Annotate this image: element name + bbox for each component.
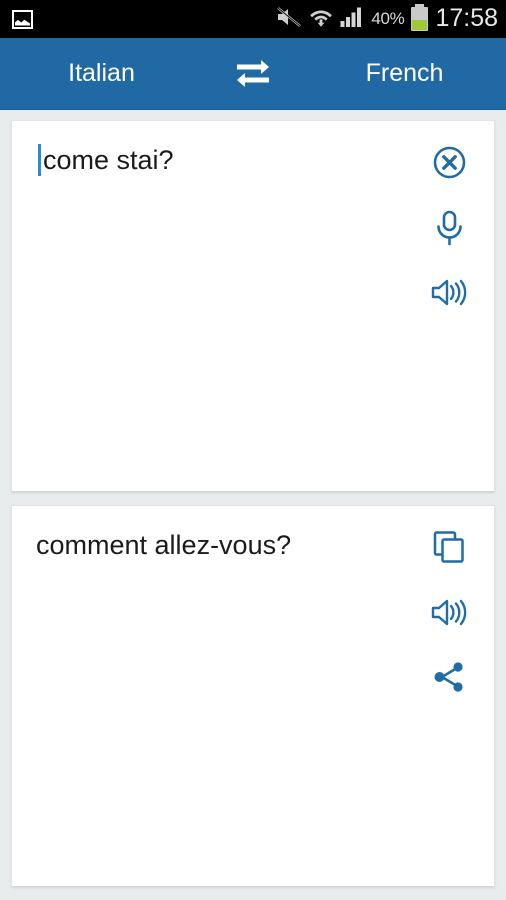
- speaker-volume-icon: [431, 277, 468, 308]
- swap-languages-button[interactable]: [203, 55, 303, 92]
- share-button[interactable]: [426, 654, 472, 700]
- clear-button[interactable]: [426, 139, 472, 185]
- status-bar: 40% 17:58: [0, 0, 506, 38]
- source-action-column: [424, 139, 474, 315]
- battery-percent-label: 40%: [371, 9, 405, 28]
- language-selector-bar: Italian French: [0, 38, 506, 110]
- status-bar-clock: 17:58: [435, 3, 498, 32]
- gallery-image-icon: [12, 9, 33, 29]
- source-text-input[interactable]: come stai?: [38, 144, 408, 177]
- source-text-card[interactable]: come stai?: [11, 120, 495, 492]
- clear-circle-x-icon: [432, 145, 467, 180]
- copy-icon: [432, 530, 466, 564]
- mute-icon: [276, 6, 302, 33]
- battery-icon: [411, 4, 429, 31]
- translated-text-card[interactable]: comment allez-vous?: [11, 505, 495, 887]
- source-language-button[interactable]: Italian: [0, 61, 203, 86]
- translation-action-column: [424, 524, 474, 700]
- swap-arrows-icon: [233, 55, 273, 92]
- wifi-transfer-icon: [309, 6, 333, 33]
- copy-button[interactable]: [426, 524, 472, 570]
- microphone-icon: [433, 209, 466, 246]
- speaker-volume-icon: [431, 597, 468, 628]
- listen-translation-button[interactable]: [426, 589, 472, 635]
- translation-content: come stai? comment allez-vous?: [0, 110, 506, 900]
- share-icon: [432, 660, 466, 694]
- status-bar-right: 40% 17:58: [276, 3, 498, 33]
- signal-bars-icon: [340, 6, 364, 33]
- translated-text: comment allez-vous?: [36, 530, 292, 560]
- voice-input-button[interactable]: [426, 204, 472, 250]
- listen-source-button[interactable]: [426, 269, 472, 315]
- status-bar-left: [12, 9, 33, 29]
- target-language-button[interactable]: French: [303, 61, 506, 86]
